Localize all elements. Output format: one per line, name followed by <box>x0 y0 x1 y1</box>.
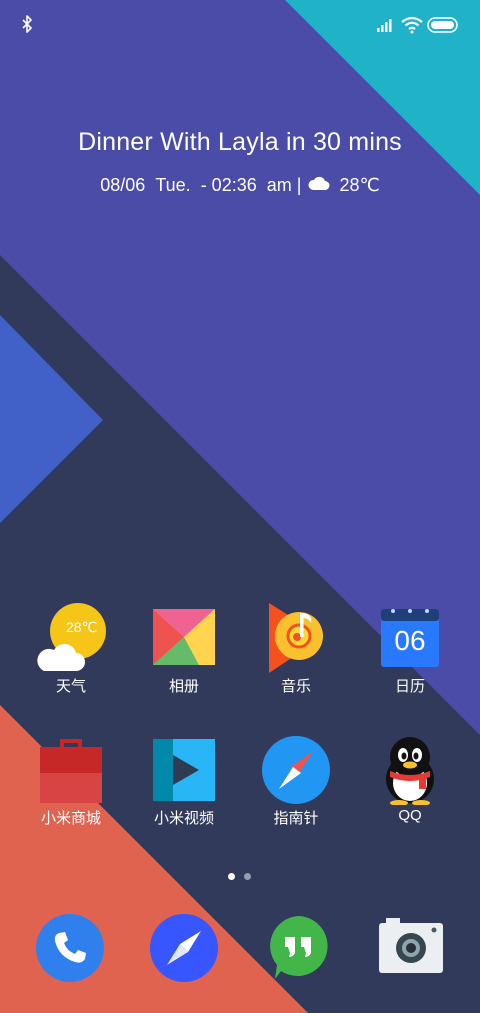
dock-messages[interactable] <box>263 913 333 983</box>
app-compass[interactable]: 指南针 <box>241 735 351 828</box>
separator: | <box>296 174 302 195</box>
gallery-icon <box>149 603 219 673</box>
calendar-day: 06 <box>394 625 426 656</box>
home-screen: Dinner With Layla in 30 mins 08/06 Tue. … <box>0 0 480 1013</box>
app-label: 日历 <box>394 678 425 695</box>
dock-browser[interactable] <box>149 913 219 983</box>
phone-icon <box>36 914 104 982</box>
dock-phone[interactable] <box>35 913 105 983</box>
mi-store-icon <box>36 735 106 805</box>
calendar-icon: 06 <box>375 603 445 673</box>
dock-camera[interactable] <box>376 913 446 983</box>
signal-icon <box>377 19 392 32</box>
app-label: QQ <box>398 807 422 824</box>
messages-icon <box>270 916 328 979</box>
qq-penguin-icon <box>375 735 445 806</box>
ampm-text: am <box>266 174 292 195</box>
page-dot-active[interactable] <box>228 873 235 880</box>
camera-icon <box>379 918 443 973</box>
app-label: 音乐 <box>280 678 311 695</box>
cloud-icon <box>308 175 330 196</box>
app-label: 指南针 <box>273 810 319 827</box>
app-label: 小米商城 <box>40 810 101 827</box>
mi-video-icon <box>149 735 219 805</box>
app-label: 小米视频 <box>153 810 214 827</box>
weather-icon: 28℃ <box>36 603 106 673</box>
date-time-weather[interactable]: 08/06 Tue. - 02:36 am | 28℃ <box>0 174 480 196</box>
event-reminder[interactable]: Dinner With Layla in 30 mins <box>0 128 480 157</box>
app-gallery[interactable]: 相册 <box>129 603 239 696</box>
battery-icon <box>427 17 458 33</box>
time-text: - 02:36 <box>200 174 257 195</box>
app-label: 相册 <box>168 678 199 695</box>
date-text: 08/06 <box>100 174 146 195</box>
wifi-icon <box>401 16 423 34</box>
app-music[interactable]: 音乐 <box>241 603 351 696</box>
compass-icon <box>261 735 331 805</box>
status-bar <box>0 0 480 50</box>
page-dot[interactable] <box>244 873 251 880</box>
app-qq[interactable]: QQ <box>355 735 465 824</box>
app-weather[interactable]: 28℃ 天气 <box>16 603 126 696</box>
temperature-text: 28℃ <box>339 174 380 195</box>
app-mi-video[interactable]: 小米视频 <box>129 735 239 828</box>
app-calendar[interactable]: 06 日历 <box>355 603 465 696</box>
browser-compass-icon <box>150 914 218 982</box>
weekday-text: Tue. <box>155 174 191 195</box>
weather-icon-temp: 28℃ <box>66 619 98 635</box>
app-label: 天气 <box>55 678 86 695</box>
music-icon <box>261 603 331 673</box>
bluetooth-icon <box>22 15 32 33</box>
app-mi-store[interactable]: 小米商城 <box>16 735 126 828</box>
